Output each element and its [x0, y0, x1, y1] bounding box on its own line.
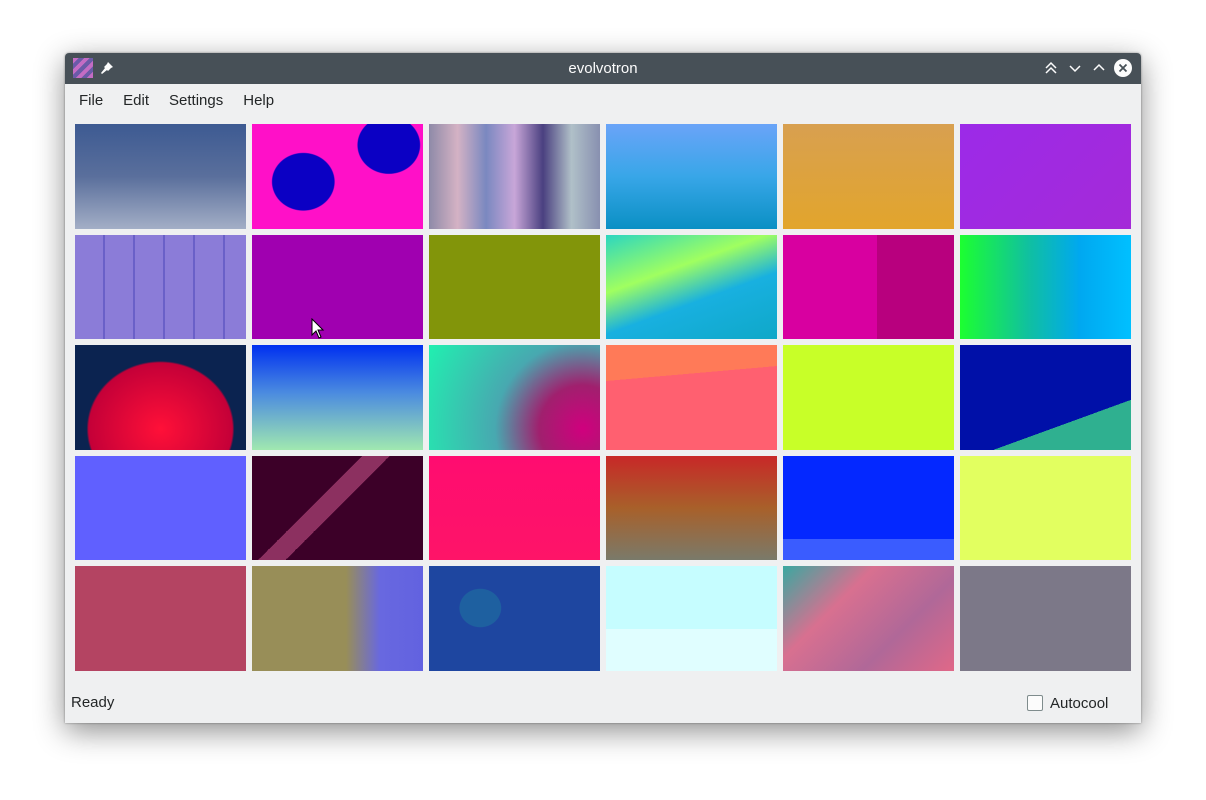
image-tile[interactable] — [252, 345, 423, 450]
close-icon[interactable] — [1113, 58, 1133, 78]
image-tile[interactable] — [783, 124, 954, 229]
image-tile[interactable] — [606, 345, 777, 450]
menu-settings[interactable]: Settings — [159, 84, 233, 118]
minimize-icon[interactable] — [1065, 58, 1085, 78]
keep-above-icon[interactable] — [1041, 58, 1061, 78]
status-text: Ready — [71, 694, 115, 711]
menu-file[interactable]: File — [69, 84, 113, 118]
image-tile[interactable] — [606, 234, 777, 339]
image-tile[interactable] — [252, 455, 423, 560]
image-grid — [75, 124, 1131, 671]
image-tile[interactable] — [429, 124, 600, 229]
image-tile[interactable] — [252, 234, 423, 339]
menu-bar: File Edit Settings Help — [65, 84, 1141, 118]
image-tile[interactable] — [960, 345, 1131, 450]
image-tile[interactable] — [783, 566, 954, 671]
image-tile[interactable] — [75, 234, 246, 339]
image-tile[interactable] — [606, 566, 777, 671]
image-tile[interactable] — [75, 566, 246, 671]
image-tile[interactable] — [429, 234, 600, 339]
mouse-cursor-icon — [311, 318, 325, 339]
title-bar: evolvotron — [65, 53, 1141, 84]
image-tile[interactable] — [429, 566, 600, 671]
image-tile[interactable] — [960, 124, 1131, 229]
image-tile[interactable] — [252, 566, 423, 671]
autocool-toggle[interactable]: Autocool — [1027, 687, 1108, 719]
image-tile[interactable] — [960, 566, 1131, 671]
main-window: evolvotron File Edit Settings Help Ready… — [65, 53, 1141, 723]
image-tile[interactable] — [783, 345, 954, 450]
image-tile[interactable] — [783, 234, 954, 339]
autocool-label: Autocool — [1050, 694, 1109, 712]
menu-edit[interactable]: Edit — [113, 84, 159, 118]
autocool-checkbox[interactable] — [1027, 695, 1043, 711]
image-tile[interactable] — [429, 345, 600, 450]
image-tile[interactable] — [252, 124, 423, 229]
menu-help[interactable]: Help — [233, 84, 284, 118]
window-title: evolvotron — [568, 60, 638, 77]
status-bar: Ready Autocool — [65, 687, 1141, 719]
image-tile[interactable] — [75, 455, 246, 560]
image-tile[interactable] — [75, 124, 246, 229]
image-tile[interactable] — [783, 455, 954, 560]
image-tile[interactable] — [960, 234, 1131, 339]
image-tile[interactable] — [960, 455, 1131, 560]
image-tile[interactable] — [606, 124, 777, 229]
image-tile[interactable] — [429, 455, 600, 560]
maximize-icon[interactable] — [1089, 58, 1109, 78]
image-tile[interactable] — [606, 455, 777, 560]
image-tile[interactable] — [75, 345, 246, 450]
